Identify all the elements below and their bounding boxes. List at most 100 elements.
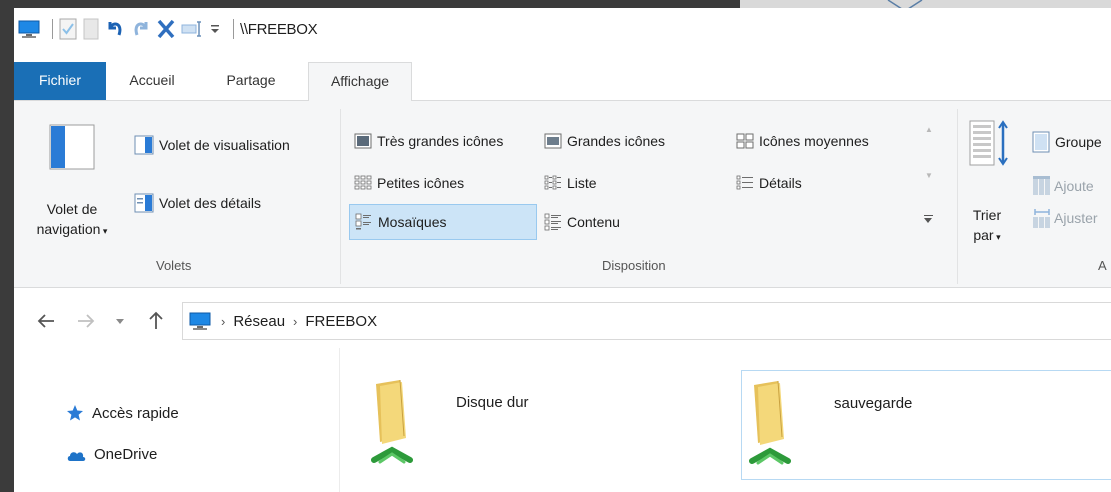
computer-icon[interactable] — [18, 17, 40, 41]
customize-toolbar-icon[interactable] — [209, 17, 221, 41]
add-columns-button[interactable]: Ajoute — [1032, 175, 1094, 197]
layout-large-icons[interactable]: Grandes icônes — [544, 133, 665, 149]
layout-small-icons[interactable]: Petites icônes — [354, 175, 464, 191]
layout-medium-icons[interactable]: Icônes moyennes — [736, 133, 869, 149]
details-pane-button[interactable]: Volet des détails — [134, 193, 261, 213]
quick-access-toolbar: \\FREEBOX — [18, 8, 318, 50]
details-pane-icon — [134, 193, 154, 213]
recent-locations-icon[interactable] — [115, 318, 125, 326]
shared-folder-icon — [371, 379, 413, 464]
sort-by-icon — [969, 120, 1008, 166]
list-icon — [544, 175, 561, 190]
layout-label: Liste — [567, 175, 597, 191]
group-by-button[interactable]: Groupe — [1032, 131, 1102, 153]
layout-label: Petites icônes — [377, 175, 465, 191]
tab-file[interactable]: Fichier — [14, 62, 106, 100]
breadcrumb-separator-icon[interactable]: › — [221, 314, 225, 329]
layout-extra-large-icons[interactable]: Très grandes icônes — [354, 133, 503, 149]
navigation-pane-icon — [49, 124, 95, 170]
computer-icon — [189, 312, 211, 330]
details-icon — [736, 175, 753, 190]
layout-label: Mosaïques — [378, 214, 447, 230]
redo-icon[interactable] — [131, 17, 151, 41]
small-icons-icon — [354, 175, 372, 190]
navigation-pane-label-line2: navigation — [36, 221, 101, 237]
layout-content[interactable]: Contenu — [544, 213, 620, 231]
cloud-icon — [66, 447, 86, 463]
layout-gallery-scrollbar[interactable]: ▲ ▼ — [921, 121, 937, 231]
size-columns-icon — [1033, 209, 1050, 228]
nav-item-onedrive[interactable]: OneDrive — [66, 446, 157, 463]
layout-details[interactable]: Détails — [736, 175, 802, 191]
details-pane-label: Volet des détails — [159, 195, 261, 211]
nav-item-label: Accès rapide — [92, 404, 179, 422]
group-divider — [340, 109, 341, 284]
layout-label: Très grandes icônes — [377, 133, 504, 149]
breadcrumb-freebox[interactable]: FREEBOX — [305, 313, 377, 330]
content-area: Accès rapide OneDrive Disque dur sauvega… — [14, 348, 1111, 492]
address-bar[interactable]: › Réseau › FREEBOX — [182, 302, 1111, 340]
sort-by-button[interactable]: Trier par ▾ — [967, 119, 1015, 254]
layout-label: Icônes moyennes — [759, 133, 869, 149]
layout-tiles[interactable]: Mosaïques — [349, 204, 537, 240]
folder-tile[interactable]: sauvegarde — [741, 370, 1111, 480]
folder-tile[interactable]: Disque dur — [364, 370, 694, 480]
preview-pane-button[interactable]: Volet de visualisation — [134, 135, 290, 155]
gallery-expand-icon[interactable] — [924, 215, 934, 223]
layout-label: Détails — [759, 175, 802, 191]
tab-home[interactable]: Accueil — [106, 62, 198, 100]
group-label-panes: Volets — [156, 258, 192, 273]
explorer-window: \\FREEBOX Fichier Accueil Partage Affich… — [14, 8, 1111, 492]
extra-large-icons-icon — [354, 133, 372, 149]
sort-by-label-line2: par — [973, 227, 994, 243]
breadcrumb-separator-icon[interactable]: › — [293, 314, 297, 329]
layout-label: Contenu — [567, 214, 620, 230]
size-columns-button[interactable]: Ajuster — [1032, 207, 1098, 229]
delete-icon[interactable] — [157, 17, 175, 41]
group-divider — [957, 109, 958, 284]
forward-arrow-icon[interactable] — [76, 313, 96, 329]
navigation-bar: › Réseau › FREEBOX — [14, 298, 1111, 344]
toolbar-separator — [233, 19, 234, 39]
undo-icon[interactable] — [105, 17, 125, 41]
navigation-pane-button[interactable]: Volet de navigation ▾ — [24, 115, 120, 250]
preview-pane-label: Volet de visualisation — [159, 137, 290, 153]
ribbon-tabs: Fichier Accueil Partage Affichage — [14, 62, 1111, 101]
nav-item-label: OneDrive — [94, 446, 158, 463]
folder-name: Disque dur — [456, 394, 529, 411]
tab-view[interactable]: Affichage — [308, 62, 412, 101]
navigation-pane-label-line1: Volet de — [46, 201, 98, 217]
dropdown-arrow-icon: ▾ — [993, 232, 1001, 242]
window-title: \\FREEBOX — [240, 20, 318, 38]
ribbon: Volet de navigation ▾ Volet de visualisa… — [14, 100, 1111, 288]
layout-label: Grandes icônes — [567, 133, 666, 149]
navigation-pane: Accès rapide OneDrive — [14, 348, 340, 492]
add-columns-label: Ajoute — [1054, 178, 1094, 194]
add-columns-icon — [1033, 176, 1050, 195]
tiles-icon — [355, 213, 371, 230]
new-folder-icon[interactable] — [83, 17, 99, 41]
rename-icon[interactable] — [181, 17, 203, 41]
breadcrumb-network[interactable]: Réseau — [233, 313, 285, 330]
tab-share[interactable]: Partage — [198, 62, 304, 100]
nav-item-quick-access[interactable]: Accès rapide — [66, 404, 179, 422]
up-arrow-icon[interactable] — [148, 310, 164, 330]
star-icon — [66, 404, 84, 422]
scroll-down-icon[interactable]: ▼ — [925, 171, 933, 180]
group-by-label: Groupe — [1055, 134, 1102, 150]
title-bar: \\FREEBOX — [14, 8, 1111, 50]
group-label-layout: Disposition — [602, 258, 666, 273]
sort-by-label-line1: Trier — [972, 207, 1002, 223]
properties-icon[interactable] — [59, 17, 77, 41]
scroll-up-icon[interactable]: ▲ — [925, 125, 933, 134]
layout-list[interactable]: Liste — [544, 175, 597, 191]
group-label-current-view: A — [1098, 258, 1107, 273]
medium-icons-icon — [736, 133, 754, 149]
shared-folder-icon — [749, 380, 791, 465]
group-by-icon — [1032, 131, 1050, 153]
preview-pane-icon — [134, 135, 154, 155]
content-icon — [544, 213, 561, 231]
back-arrow-icon[interactable] — [36, 313, 56, 329]
toolbar-separator — [52, 19, 53, 39]
dropdown-arrow-icon: ▾ — [100, 226, 108, 236]
